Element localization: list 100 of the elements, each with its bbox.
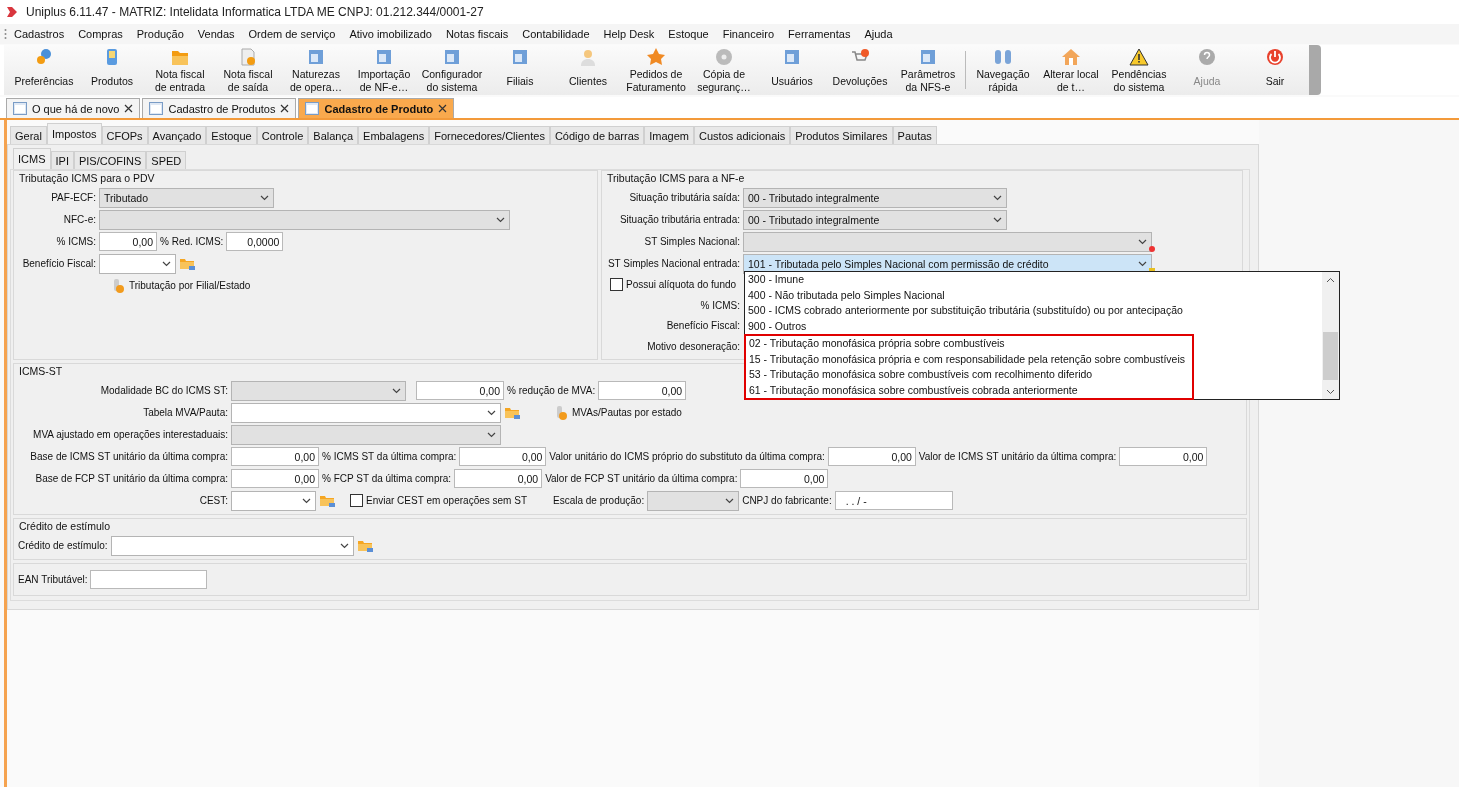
list-option[interactable]: 500 - ICMS cobrado anteriormente por substituição tributária (substituído) ou por antecipação [745,303,1186,319]
toolbar-button[interactable]: Naturezas de opera… [282,45,350,95]
menu-item[interactable]: Financeiro [715,28,782,40]
tab[interactable]: PIS/COFINS [73,151,147,169]
menu-item[interactable]: Ordem de serviço [241,28,343,40]
document-tab[interactable]: O que há de novo [6,98,141,118]
menu-item[interactable]: Ajuda [857,28,900,40]
tab[interactable]: Código de barras [549,126,645,144]
input-field[interactable]: 0,00 [459,447,547,466]
dropdown-field[interactable]: Tributado [99,187,274,208]
field-label: Benefício Fiscal: [21,258,96,269]
toolbar-button[interactable]: Sair [1241,45,1309,95]
tab[interactable]: Produtos Similares [790,126,893,144]
input-field[interactable]: 0,00 [231,469,319,488]
dropdown-field[interactable]: 101 - Tributada pelo Simples Nacional com permissão de crédito [743,253,1152,274]
menu-item[interactable]: Cadastros [7,28,72,40]
menu-item[interactable]: Help Desk [596,28,662,40]
menu-item[interactable]: Ativo imobilizado [342,28,439,40]
toolbar-button[interactable]: Importação de NF-e… [350,45,418,95]
input-field[interactable]: 0,00 [99,232,157,251]
tab[interactable]: Avançado [147,126,207,144]
window-title: Uniplus 6.11.47 - MATRIZ: Intelidata Informatica LTDA ME CNPJ: 01.212.344/0001-27 [26,5,484,19]
list-option[interactable]: 61 - Tributação monofásica sobre combustíveis cobrada anteriormente [746,382,1188,398]
input-field[interactable]: 0,0000 [226,232,284,251]
tab[interactable]: Geral [10,126,47,144]
field-label: CEST: [198,495,228,506]
toolbar-button[interactable]: Filiais [486,45,554,95]
field-label: % Red. ICMS: [160,236,224,247]
toolbar-button[interactable]: Produtos [78,45,146,95]
toolbar-button[interactable]: Usuários [758,45,826,95]
field-label: PAF-ECF: [50,192,96,203]
field-label: Possui alíquota do fundo [626,279,737,291]
toolbar-button[interactable]: Nota fiscal de saída [214,45,282,95]
section-title: ICMS-ST [19,364,63,378]
tab[interactable]: Pautas [892,126,937,144]
menu-item[interactable]: Notas fiscais [438,28,516,40]
field-label: Valor de FCP ST unitário da última compra: [545,473,738,484]
dropdown-field[interactable]: 00 - Tributado integralmente [743,187,1007,208]
link[interactable]: Tributação por Filial/Estado [129,280,251,291]
field-label: Tabela MVA/Pauta: [142,407,228,418]
field-label: % ICMS: [55,236,96,247]
toolbar-button[interactable]: Navegação rápida [969,45,1037,95]
field-label: % redução de MVA: [507,385,596,396]
menu-item[interactable]: Estoque [661,28,716,40]
input-field[interactable]: 0,00 [231,447,319,466]
toolbar-button[interactable]: Devoluções [826,45,894,95]
menu-item[interactable]: Compras [71,28,130,40]
section-title: Crédito de estímulo [19,519,111,533]
field-label: Escala de produção: [553,495,645,506]
field-label: Base de FCP ST unitário da última compra: [34,473,228,484]
input-field[interactable]: 0,00 [454,469,543,488]
menu-item[interactable]: Ferramentas [781,28,858,40]
tab[interactable]: Imagem [644,126,695,144]
tab[interactable]: Controle [256,126,309,144]
input-field[interactable]: 0,00 [598,381,687,400]
toolbar-button[interactable]: Alterar local de t… [1037,45,1105,95]
list-option[interactable]: 02 - Tributação monofásica própria sobre combustíveis [746,336,1188,352]
tab[interactable]: Embalagens [358,126,430,144]
toolbar-button[interactable]: Preferências [10,45,78,95]
field-label: Crédito de estímulo: [18,540,108,551]
document-tab[interactable]: Cadastro de Produto [298,98,455,118]
menu-item[interactable]: Vendas [190,28,242,40]
toolbar-button[interactable]: Parâmetros da NFS-e [894,45,962,95]
toolbar-button[interactable]: Configurador do sistema [418,45,486,95]
link[interactable]: MVAs/Pautas por estado [572,407,682,418]
document-tab[interactable]: Cadastro de Produtos [142,98,297,118]
menu-item[interactable]: Contabilidade [515,28,597,40]
dropdown-field[interactable]: 00 - Tributado integralmente [743,209,1007,230]
toolbar-button[interactable]: Cópia de seguranç… [690,45,758,95]
list-option[interactable]: 53 - Tributação monofásica sobre combustíveis com recolhimento diferido [746,367,1188,383]
tab[interactable]: Balança [308,126,359,144]
field-label: Valor de ICMS ST unitário da última compra: [918,451,1117,462]
menu-item[interactable]: Produção [129,28,191,40]
tab[interactable]: Estoque [206,126,257,144]
tab[interactable]: SPED [146,151,187,169]
tab[interactable]: IPI [50,151,74,169]
field-label: Situação tributária entrada: [618,214,740,225]
toolbar-button[interactable]: Nota fiscal de entrada [146,45,214,95]
toolbar-button[interactable]: Clientes [554,45,622,95]
toolbar-button[interactable]: Pedidos de Faturamento [622,45,690,95]
field-label: Valor unitário do ICMS próprio do substituto da última compra: [549,451,825,462]
input-field[interactable]: 0,00 [827,447,916,466]
tab[interactable]: Impostos [46,123,102,144]
input-field[interactable]: 0,00 [416,381,504,400]
list-option[interactable]: 300 - Imune [745,272,808,288]
field-label: NFC-e: [62,214,96,225]
tab[interactable]: CFOPs [101,126,148,144]
field-label: ST Simples Nacional: [643,236,740,247]
toolbar-button[interactable]: Pendências do sistema [1105,45,1173,95]
input-field[interactable]: . . / - [834,491,953,510]
list-option[interactable]: 400 - Não tributada pelo Simples Nacional [745,287,948,303]
tab[interactable]: ICMS [13,148,51,169]
section-title: Tributação ICMS para a NF-e [607,171,745,185]
field-label: % ICMS ST da última compra: [322,451,457,462]
input-field[interactable]: 0,00 [1119,447,1208,466]
tab[interactable]: Custos adicionais [694,126,791,144]
input-field[interactable]: 0,00 [740,469,829,488]
tab[interactable]: Fornecedores/Clientes [429,126,550,144]
list-option[interactable]: 900 - Outros [745,318,810,334]
list-option[interactable]: 15 - Tributação monofásica própria e com responsabilidade pela retenção sobre combustíveis [746,351,1188,367]
